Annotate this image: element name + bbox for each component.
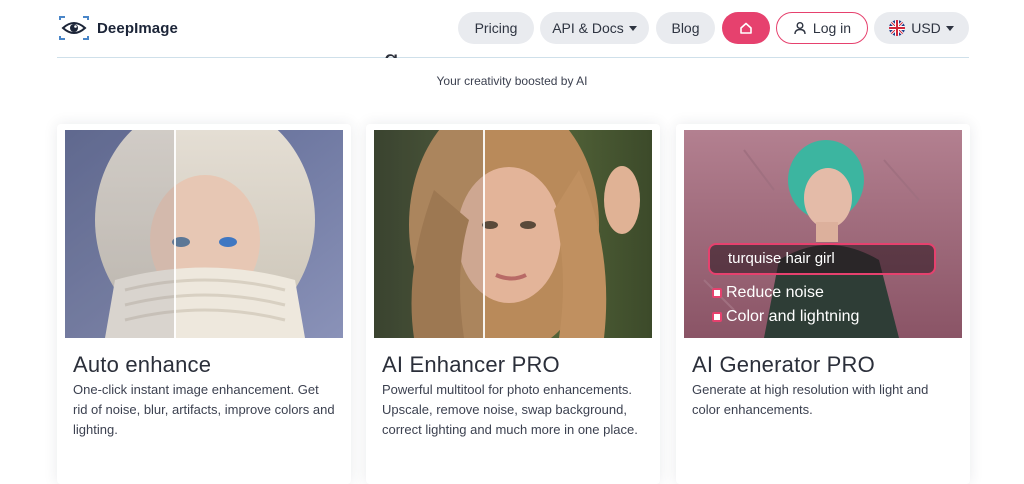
login-button[interactable]: Log in (776, 12, 868, 44)
chevron-down-icon (945, 25, 954, 31)
option-reduce-noise: Reduce noise (712, 284, 824, 302)
checkbox-icon (712, 288, 722, 298)
option-label: Color and lightning (726, 308, 860, 325)
currency-selector[interactable]: USD (874, 12, 969, 44)
feature-card-ai-generator-pro[interactable]: turquise hair girl Reduce noise Color an… (676, 124, 970, 484)
card-description: One-click instant image enhancement. Get… (73, 382, 335, 437)
uk-flag-icon (889, 20, 906, 36)
chevron-down-icon (628, 25, 637, 31)
nav-blog-label: Blog (671, 20, 700, 36)
feature-card-ai-enhancer-pro[interactable]: AI Enhancer PRO Powerful multitool for p… (366, 124, 660, 484)
card-title: AI Enhancer PRO (382, 352, 560, 377)
option-color-lightning: Color and lightning (712, 308, 859, 326)
site-header: DeepImage Pricing API & Docs Blog Log in (0, 0, 1024, 58)
option-label: Reduce noise (726, 284, 824, 301)
login-label: Log in (812, 20, 852, 36)
before-after-divider[interactable] (174, 130, 176, 338)
nav-api-docs[interactable]: API & Docs (540, 12, 649, 44)
card-title: Auto enhance (73, 352, 212, 377)
before-after-divider[interactable] (483, 130, 485, 338)
card-description: Generate at high resolution with light a… (692, 382, 929, 417)
currency-label: USD (911, 20, 941, 36)
feature-card-auto-enhance[interactable]: Auto enhance One-click instant image enh… (57, 124, 351, 484)
card-description: Powerful multitool for photo enhancement… (382, 382, 638, 437)
hero-tagline: Your creativity boosted by AI (436, 74, 588, 88)
prompt-input-preview: turquise hair girl (708, 243, 936, 275)
user-icon (794, 22, 806, 35)
home-button[interactable] (722, 12, 770, 44)
home-icon (740, 22, 752, 34)
brand-logo[interactable]: DeepImage (57, 14, 178, 42)
brand-name: DeepImage (97, 19, 178, 37)
eye-logo-icon (59, 16, 89, 40)
ai-generator-preview-image: turquise hair girl Reduce noise Color an… (684, 130, 962, 338)
hero-heading-fragment: g (384, 44, 398, 58)
nav-api-docs-label: API & Docs (552, 20, 624, 36)
ai-enhancer-preview-image (374, 130, 652, 338)
nav-blog[interactable]: Blog (656, 12, 715, 44)
header-divider (57, 57, 969, 58)
card-title: AI Generator PRO (692, 352, 875, 377)
nav-pricing-label: Pricing (474, 20, 518, 36)
auto-enhance-preview-image (65, 130, 343, 338)
checkbox-icon (712, 312, 722, 322)
nav-pricing[interactable]: Pricing (458, 12, 534, 44)
